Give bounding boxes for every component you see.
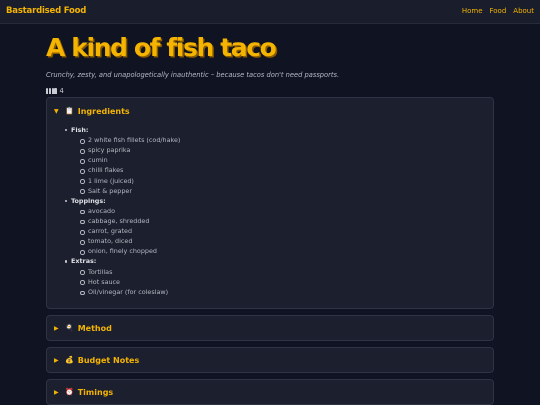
list-item: carrot, grated (63, 226, 483, 236)
serves-value: 4 (59, 87, 64, 95)
people-icon (46, 88, 57, 94)
ingredient-group-toppings: Toppings: avocado cabbage, shredded carr… (63, 196, 483, 257)
ingredients-toggle[interactable]: ▼ 📋 Ingredients (54, 98, 130, 124)
list-item: tomato, diced (63, 236, 483, 246)
money-bag-icon: 💰 (65, 356, 74, 364)
list-item: onion, finely chopped (63, 246, 483, 256)
list-item: Salt & pepper (63, 186, 483, 196)
nav-link-food[interactable]: Food (490, 7, 507, 15)
list-item: 2 white fish fillets (cod/hake) (63, 135, 483, 145)
caret-right-icon: ▶ (54, 356, 59, 364)
alarm-clock-icon: ⏰ (65, 388, 74, 396)
timings-toggle[interactable]: ▶ ⏰ Timings (54, 380, 113, 404)
ingredients-list: Fish: 2 white fish fillets (cod/hake) sp… (63, 125, 483, 297)
ingredients-section: ▼ 📋 Ingredients Fish: 2 white fish fille… (46, 97, 494, 309)
list-item: Oil/vinegar (for coleslaw) (63, 287, 483, 297)
site-brand[interactable]: Bastardised Food (6, 6, 86, 16)
ingredients-heading: Ingredients (77, 106, 130, 116)
caret-right-icon: ▶ (54, 324, 59, 332)
budget-notes-toggle[interactable]: ▶ 💰 Budget Notes (54, 348, 139, 372)
budget-notes-section[interactable]: ▶ 💰 Budget Notes (46, 347, 494, 373)
list-item: 1 lime (juiced) (63, 176, 483, 186)
group-label: Extras: (63, 256, 483, 266)
clipboard-icon: 📋 (65, 107, 74, 115)
group-label: Fish: (63, 125, 483, 135)
ingredient-group-fish: Fish: 2 white fish fillets (cod/hake) sp… (63, 125, 483, 196)
recipe-subtitle: Crunchy, zesty, and unapologetically ina… (46, 71, 340, 79)
nav-link-home[interactable]: Home (462, 7, 483, 15)
method-section[interactable]: ▶ 🍳 Method (46, 315, 494, 341)
list-item: spicy paprika (63, 145, 483, 155)
top-navbar: Bastardised Food Home Food About (0, 0, 540, 24)
list-item: chilli flakes (63, 165, 483, 175)
list-item: avocado (63, 206, 483, 216)
group-label: Toppings: (63, 196, 483, 206)
timings-section[interactable]: ▶ ⏰ Timings (46, 379, 494, 405)
main-nav: Home Food About (462, 7, 534, 15)
list-item: Tortillas (63, 267, 483, 277)
list-item: Hot sauce (63, 277, 483, 287)
budget-notes-heading: Budget Notes (77, 355, 140, 365)
ingredient-group-extras: Extras: Tortillas Hot sauce Oil/vinegar … (63, 256, 483, 296)
page-title: A kind of fish taco (46, 33, 277, 62)
caret-right-icon: ▶ (54, 388, 59, 396)
cooking-icon: 🍳 (65, 324, 74, 332)
caret-down-icon: ▼ (54, 107, 59, 115)
list-item: cabbage, shredded (63, 216, 483, 226)
list-item: cumin (63, 155, 483, 165)
serves-count: 4 (46, 87, 64, 95)
nav-link-about[interactable]: About (513, 7, 534, 15)
method-toggle[interactable]: ▶ 🍳 Method (54, 316, 112, 340)
timings-heading: Timings (77, 387, 114, 397)
method-heading: Method (77, 323, 112, 333)
